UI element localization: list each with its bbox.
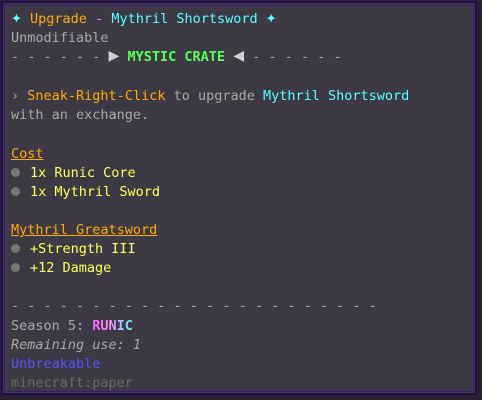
cost-item: 1x Runic Core	[30, 165, 136, 181]
crate-name: MYSTIC CRATE	[127, 49, 226, 65]
chevron-right-icon: ›	[11, 88, 20, 104]
result-heading: Mythril Greatsword	[11, 222, 158, 238]
bullet-icon	[11, 187, 20, 196]
bullet-icon	[11, 168, 20, 177]
list-item: +12 Damage	[11, 259, 111, 277]
season-name: RUNIC	[92, 318, 133, 334]
crate-banner: - - - - - - ▶ MYSTIC CRATE ◀ - - - - - -	[11, 45, 342, 66]
instruction-line-1: › Sneak-Right-Click to upgrade Mythril S…	[11, 87, 409, 105]
title-separator: -	[95, 11, 104, 27]
tooltip-title: ✦ Upgrade - Mythril Shortsword ✦	[11, 7, 277, 28]
list-item: +Strength III	[11, 240, 136, 258]
item-tooltip: ✦ Upgrade - Mythril Shortsword ✦ Unmodif…	[1, 1, 477, 395]
season-label: Season 5:	[11, 318, 85, 334]
arrow-right-icon: ▶	[108, 45, 120, 66]
sparkle-icon: ✦	[265, 7, 277, 28]
item-name: Mythril Shortsword	[111, 11, 258, 27]
cost-item: 1x Mythril Sword	[30, 184, 161, 200]
list-item: 1x Mythril Sword	[11, 183, 160, 201]
arrow-left-icon: ◀	[233, 45, 245, 66]
cost-heading: Cost	[11, 146, 44, 162]
upgrade-label: Upgrade	[29, 11, 87, 27]
item-id: minecraft:paper	[11, 375, 133, 391]
instruction-action: Sneak-Right-Click	[27, 88, 166, 104]
modifiable-status: Unmodifiable	[11, 30, 109, 46]
season-line: Season 5: RUNIC	[11, 317, 133, 335]
instruction-item: Mythril Shortsword	[263, 88, 410, 104]
result-stat: +12 Damage	[30, 260, 112, 276]
divider: - - - - - - - - - - - - - - - - - - - - …	[11, 298, 377, 314]
unbreakable-tag: Unbreakable	[11, 356, 101, 372]
result-stat: +Strength III	[30, 241, 136, 257]
crate-dashes-right: - - - - - -	[252, 49, 342, 65]
sparkle-icon: ✦	[11, 7, 22, 28]
list-item: 1x Runic Core	[11, 164, 136, 182]
crate-dashes-left: - - - - - -	[11, 49, 101, 65]
bullet-icon	[11, 263, 20, 272]
instruction-line-2: with an exchange.	[11, 107, 150, 123]
bullet-icon	[11, 244, 20, 253]
remaining-use: Remaining use: 1	[11, 337, 142, 353]
instruction-middle: to upgrade	[173, 88, 255, 104]
